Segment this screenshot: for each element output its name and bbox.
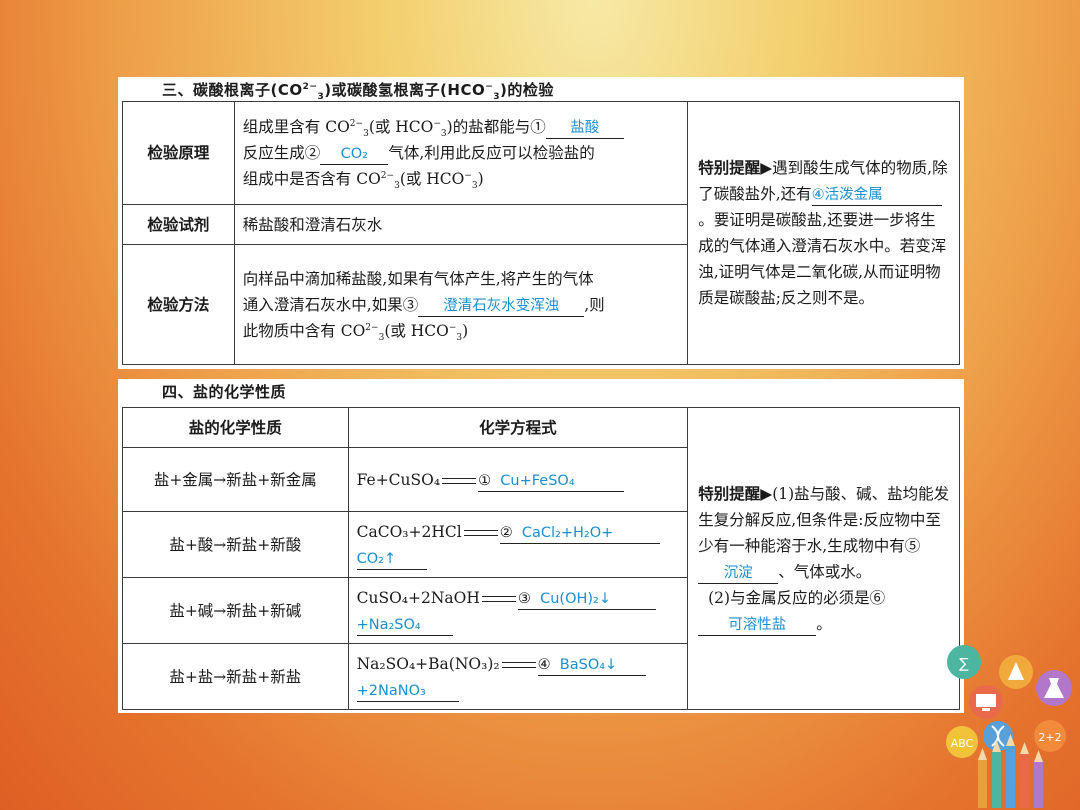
- equation-2: CaCO₃+2HCl ② CaCl₂+H₂O+ CO₂↑: [347, 511, 689, 578]
- num: ①: [478, 472, 492, 489]
- prop-salt-base: 盐+碱→新盐+新碱: [122, 577, 349, 644]
- answer-4: ④活泼金属: [811, 185, 942, 206]
- text: 反应生成②: [242, 144, 321, 163]
- carbonate-test-panel: 三、碳酸根离子(CO2−3)或碳酸氢根离子(HCO−3)的检验 检验原理 组成里…: [118, 77, 964, 369]
- text: (或 HCO: [384, 321, 449, 340]
- special-tip-salt: 特别提醒▶(1)盐与酸、碱、盐均能发生复分解反应,但条件是:反应物中至少有一种能…: [687, 407, 960, 710]
- num: ④: [537, 656, 551, 673]
- text: 此物质中含有 CO: [242, 321, 366, 340]
- answer-6: 可溶性盐: [698, 615, 817, 636]
- title-sup: 2−: [302, 82, 318, 92]
- equals-sign: [463, 529, 498, 536]
- abc-icon: ABC: [946, 726, 978, 758]
- answer-eq-3b: +Na₂SO₄: [356, 615, 453, 636]
- tip-text: 。要证明是碳酸盐,还要进一步将生成的气体通入澄清石灰水中。若变浑浊,证明气体是二…: [698, 211, 947, 307]
- answer-1: 盐酸: [545, 118, 624, 140]
- header-property: 盐的化学性质: [122, 407, 349, 448]
- equation-3: CuSO₄+2NaOH ③ Cu(OH)₂↓ +Na₂SO₄: [347, 577, 689, 644]
- text: 组成中是否含有 CO: [242, 170, 381, 189]
- eq-left: Fe+CuSO₄: [356, 470, 441, 489]
- computer-icon: [969, 685, 1003, 719]
- ans: Cu(OH)₂↓: [540, 590, 612, 607]
- answer-eq-4: ④ BaSO₄↓: [537, 655, 646, 676]
- section3-title: 三、碳酸根离子(CO2−3)或碳酸氢根离子(HCO−3)的检验: [162, 79, 554, 102]
- salt-properties-panel: 四、盐的化学性质 盐的化学性质 化学方程式 特别提醒▶(1)盐与酸、碱、盐均能发…: [118, 379, 964, 713]
- eq-left: Na₂SO₄+Ba(NO₃)₂: [356, 654, 500, 673]
- num: ③: [517, 590, 531, 607]
- text: (或 HCO: [368, 118, 434, 137]
- answer-5: 沉淀: [698, 563, 779, 584]
- section4-title: 四、盐的化学性质: [162, 383, 287, 401]
- text: ,则: [584, 295, 605, 314]
- row-label-principle: 检验原理: [122, 100, 235, 206]
- text: ): [462, 321, 469, 340]
- tip-text: 、气体或水。: [778, 562, 872, 581]
- title-part: )或碳酸氢根离子(HCO: [324, 81, 486, 99]
- tip-text: 。: [816, 614, 832, 633]
- tip-text: (2)与金属反应的必须是⑥: [708, 588, 886, 607]
- equation-4: Na₂SO₄+Ba(NO₃)₂ ④ BaSO₄↓ +2NaNO₃: [347, 643, 689, 710]
- prop-salt-acid: 盐+酸→新盐+新酸: [122, 511, 349, 578]
- ans: BaSO₄↓: [559, 656, 618, 673]
- flask-icon: [1036, 670, 1072, 706]
- special-tip-carbonate: 特别提醒▶遇到酸生成气体的物质,除了碳酸盐外,还有④活泼金属。要证明是碳酸盐,还…: [687, 101, 960, 365]
- title-part: 三、碳酸根离子(CO: [162, 81, 303, 99]
- answer-3: 澄清石灰水变浑浊: [418, 296, 585, 317]
- ans: CaCl₂+H₂O+: [521, 524, 614, 541]
- prop-salt-metal: 盐+金属→新盐+新金属: [122, 447, 349, 512]
- num: ②: [499, 524, 513, 541]
- text: 气体,利用此反应可以检验盐的: [388, 144, 595, 163]
- text: 向样品中滴加稀盐酸,如果有气体产生,将产生的气体: [242, 269, 594, 288]
- svg-text:∑: ∑: [959, 656, 969, 672]
- math-icon: ∑: [947, 645, 981, 679]
- salt-properties-table: 盐的化学性质 化学方程式 特别提醒▶(1)盐与酸、碱、盐均能发生复分解反应,但条…: [122, 407, 960, 710]
- reagent-text: 稀盐酸和澄清石灰水: [233, 204, 689, 246]
- svg-text:2+2: 2+2: [1038, 731, 1061, 744]
- eq-left: CaCO₃+2HCl: [356, 522, 462, 541]
- principle-text: 组成里含有 CO2−3(或 HCO−3)的盐都能与① 盐酸 反应生成② CO₂ 气体,…: [233, 100, 689, 206]
- row-label-reagent: 检验试剂: [122, 204, 235, 246]
- tip-label: 特别提醒▶: [698, 159, 773, 177]
- eq-left: CuSO₄+2NaOH: [356, 588, 480, 607]
- answer-eq-3: ③ Cu(OH)₂↓: [517, 589, 656, 610]
- title-sup: −: [485, 82, 494, 92]
- svg-text:ABC: ABC: [951, 737, 974, 750]
- tip-label: 特别提醒▶: [698, 484, 773, 503]
- equals-sign: [442, 477, 477, 484]
- education-icons-decoration: ∑ ABC 2+2: [946, 645, 1072, 808]
- equals-sign: [501, 661, 536, 668]
- title-part: )的检验: [500, 81, 554, 99]
- row-label-method: 检验方法: [122, 244, 235, 365]
- carbonate-test-table: 检验原理 组成里含有 CO2−3(或 HCO−3)的盐都能与① 盐酸 反应生成② C…: [122, 100, 960, 365]
- answer-2: CO₂: [320, 144, 389, 166]
- text: 通入澄清石灰水中,如果③: [242, 295, 419, 314]
- ans: Cu+FeSO₄: [500, 472, 575, 489]
- answer-eq-2b: CO₂↑: [356, 549, 427, 570]
- text: (或 HCO: [399, 170, 465, 189]
- answer-eq-1: ① Cu+FeSO₄: [478, 471, 625, 492]
- text: ): [477, 170, 484, 189]
- pencil-sharpener-icon: [999, 655, 1033, 689]
- math-badge-icon: 2+2: [1034, 720, 1066, 752]
- prop-salt-salt: 盐+盐→新盐+新盐: [122, 643, 349, 710]
- equals-sign: [481, 595, 516, 602]
- answer-eq-2: ② CaCl₂+H₂O+: [499, 523, 660, 544]
- text: 组成里含有 CO: [242, 118, 350, 137]
- text: )的盐都能与①: [446, 118, 546, 137]
- equation-1: Fe+CuSO₄ ① Cu+FeSO₄: [347, 447, 689, 512]
- method-text: 向样品中滴加稀盐酸,如果有气体产生,将产生的气体 通入澄清石灰水中,如果③ 澄清石…: [233, 244, 689, 365]
- header-equation: 化学方程式: [347, 407, 689, 448]
- answer-eq-4b: +2NaNO₃: [356, 681, 459, 702]
